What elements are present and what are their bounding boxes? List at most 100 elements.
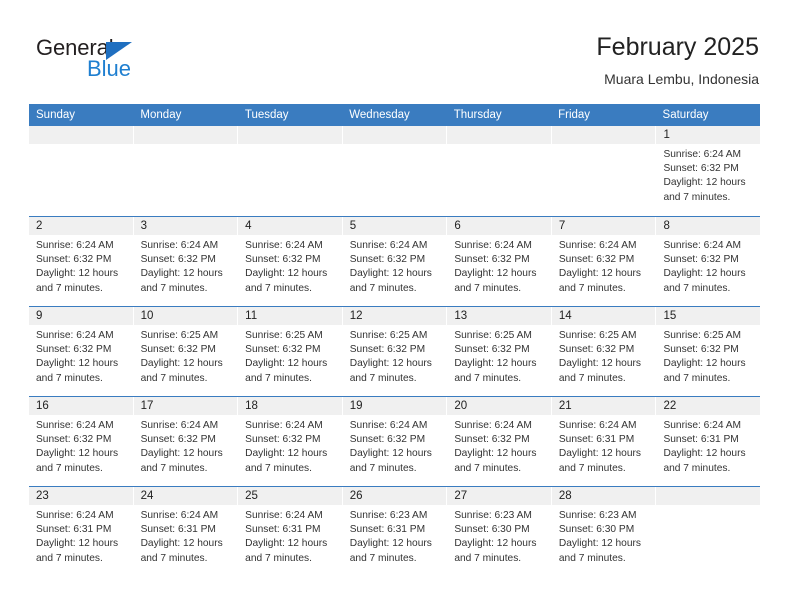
day-number: 6 [447,217,551,235]
day-details: Sunrise: 6:24 AM Sunset: 6:32 PM Daylight:… [343,415,447,476]
day-number: 8 [656,217,761,235]
calendar-week-row: 2 Sunrise: 6:24 AM Sunset: 6:32 PM Daylight… [29,216,761,306]
sunrise-text: Sunrise: 6:24 AM [558,240,637,251]
daylight-text-line1: Daylight: 12 hours [349,448,432,460]
calendar-day-cell[interactable]: 21 Sunrise: 6:24 AM Sunset: 6:31 PM Dayligh… [551,397,657,486]
daylight-text-line2: and 7 minutes. [245,552,312,564]
day-details: Sunrise: 6:24 AM Sunset: 6:32 PM Daylight:… [29,325,133,386]
sunrise-text: Sunrise: 6:25 AM [454,330,532,341]
sunrise-text: Sunrise: 6:25 AM [140,330,219,341]
calendar-day-cell[interactable]: 5 Sunrise: 6:24 AM Sunset: 6:32 PM Daylight… [342,217,448,306]
sunrise-text: Sunrise: 6:25 AM [245,330,323,341]
sunrise-text: Sunrise: 6:23 AM [454,510,532,521]
sunrise-text: Sunrise: 6:24 AM [245,240,323,251]
daylight-text-line2: and 7 minutes. [140,552,208,564]
daylight-text-line2: and 7 minutes. [140,372,208,384]
calendar-day-cell[interactable]: 10 Sunrise: 6:25 AM Sunset: 6:32 PM Dayligh… [133,307,239,396]
calendar-day-cell[interactable]: 25 Sunrise: 6:24 AM Sunset: 6:31 PM Dayligh… [238,487,343,576]
calendar-day-cell[interactable]: 7 Sunrise: 6:24 AM Sunset: 6:32 PM Daylight… [551,217,657,306]
calendar-day-cell[interactable]: 8 Sunrise: 6:24 AM Sunset: 6:32 PM Daylight… [656,217,761,306]
calendar-day-cell[interactable]: 20 Sunrise: 6:24 AM Sunset: 6:32 PM Dayligh… [447,397,552,486]
sunset-text: Sunset: 6:32 PM [140,434,216,446]
calendar-day-cell[interactable]: 13 Sunrise: 6:25 AM Sunset: 6:32 PM Dayligh… [447,307,552,396]
daylight-text-line1: Daylight: 12 hours [454,268,537,280]
calendar-grid: Sunday Monday Tuesday Wednesday Thursday… [29,104,761,576]
page-title: February 2025 [596,33,759,61]
day-number: 7 [551,217,656,235]
calendar-day-cell[interactable]: 3 Sunrise: 6:24 AM Sunset: 6:32 PM Daylight… [133,217,239,306]
daylight-text-line2: and 7 minutes. [558,552,626,564]
calendar-cell-empty [133,126,239,216]
day-details: Sunrise: 6:25 AM Sunset: 6:32 PM Daylight:… [238,325,342,386]
sunrise-text: Sunrise: 6:24 AM [349,420,428,431]
calendar-day-cell[interactable]: 23 Sunrise: 6:24 AM Sunset: 6:31 PM Dayligh… [29,487,134,576]
daylight-text-line2: and 7 minutes. [245,462,312,474]
day-number [342,126,447,144]
sunset-text: Sunset: 6:31 PM [558,434,635,446]
calendar-day-cell[interactable]: 27 Sunrise: 6:23 AM Sunset: 6:30 PM Dayligh… [447,487,552,576]
daylight-text-line1: Daylight: 12 hours [454,448,537,460]
calendar-day-cell[interactable]: 28 Sunrise: 6:23 AM Sunset: 6:30 PM Dayligh… [551,487,657,576]
daylight-text-line2: and 7 minutes. [140,282,208,294]
sunset-text: Sunset: 6:32 PM [558,344,635,356]
calendar-day-cell[interactable]: 12 Sunrise: 6:25 AM Sunset: 6:32 PM Dayligh… [342,307,448,396]
daylight-text-line1: Daylight: 12 hours [558,358,642,370]
calendar-day-cell[interactable]: 14 Sunrise: 6:25 AM Sunset: 6:32 PM Dayligh… [551,307,657,396]
daylight-text-line1: Daylight: 12 hours [349,268,432,280]
day-number: 20 [447,397,551,415]
day-details: Sunrise: 6:25 AM Sunset: 6:32 PM Daylight:… [343,325,447,386]
day-number: 1 [656,126,761,144]
calendar-day-cell[interactable]: 1 Sunrise: 6:24 AM Sunset: 6:32 PM Daylight… [656,126,761,216]
general-blue-logo[interactable]: General Blue [36,36,236,84]
daylight-text-line1: Daylight: 12 hours [558,538,642,550]
daylight-text-line1: Daylight: 12 hours [36,538,119,550]
calendar-day-cell[interactable]: 6 Sunrise: 6:24 AM Sunset: 6:32 PM Daylight… [447,217,552,306]
calendar-day-cell[interactable]: 18 Sunrise: 6:24 AM Sunset: 6:32 PM Dayligh… [238,397,343,486]
calendar-day-cell[interactable]: 9 Sunrise: 6:24 AM Sunset: 6:32 PM Daylight… [29,307,134,396]
day-number [133,126,238,144]
day-number: 9 [29,307,133,325]
calendar-week-row: 16 Sunrise: 6:24 AM Sunset: 6:32 PM Dayligh… [29,396,761,486]
weekday-sunday: Sunday [36,109,76,121]
daylight-text-line1: Daylight: 12 hours [558,268,642,280]
calendar-day-cell[interactable]: 22 Sunrise: 6:24 AM Sunset: 6:31 PM Dayligh… [656,397,761,486]
calendar-day-cell[interactable]: 19 Sunrise: 6:24 AM Sunset: 6:32 PM Dayligh… [342,397,448,486]
sunset-text: Sunset: 6:32 PM [245,434,321,446]
calendar-week-row: 23 Sunrise: 6:24 AM Sunset: 6:31 PM Dayligh… [29,486,761,576]
daylight-text-line2: and 7 minutes. [663,372,731,384]
calendar-day-cell[interactable]: 2 Sunrise: 6:24 AM Sunset: 6:32 PM Daylight… [29,217,134,306]
day-details: Sunrise: 6:24 AM Sunset: 6:32 PM Daylight:… [447,415,551,476]
day-details: Sunrise: 6:23 AM Sunset: 6:31 PM Daylight:… [343,505,447,566]
daylight-text-line2: and 7 minutes. [349,462,417,474]
calendar-day-cell[interactable]: 11 Sunrise: 6:25 AM Sunset: 6:32 PM Dayligh… [238,307,343,396]
day-details: Sunrise: 6:24 AM Sunset: 6:31 PM Daylight:… [552,415,656,476]
weekday-monday: Monday [140,109,182,121]
day-number: 2 [29,217,133,235]
day-details: Sunrise: 6:25 AM Sunset: 6:32 PM Daylight:… [552,325,656,386]
calendar-day-cell[interactable]: 16 Sunrise: 6:24 AM Sunset: 6:32 PM Dayligh… [29,397,134,486]
calendar-day-cell[interactable]: 15 Sunrise: 6:25 AM Sunset: 6:32 PM Dayligh… [656,307,761,396]
sunset-text: Sunset: 6:32 PM [663,344,739,356]
day-number [447,126,551,144]
daylight-text-line2: and 7 minutes. [663,191,731,203]
daylight-text-line2: and 7 minutes. [245,282,312,294]
calendar-day-cell[interactable]: 24 Sunrise: 6:24 AM Sunset: 6:31 PM Dayligh… [133,487,239,576]
day-details: Sunrise: 6:24 AM Sunset: 6:31 PM Daylight:… [238,505,342,566]
day-details: Sunrise: 6:24 AM Sunset: 6:32 PM Daylight:… [29,235,133,296]
sunset-text: Sunset: 6:32 PM [245,254,321,266]
day-details: Sunrise: 6:24 AM Sunset: 6:32 PM Daylight:… [656,144,760,205]
day-number: 5 [342,217,447,235]
sunrise-text: Sunrise: 6:23 AM [558,510,637,521]
day-number: 22 [656,397,761,415]
page-subtitle: Muara Lembu, Indonesia [604,71,759,87]
sunrise-text: Sunrise: 6:24 AM [36,240,114,251]
day-details: Sunrise: 6:24 AM Sunset: 6:32 PM Daylight:… [447,235,551,296]
day-number [656,487,761,505]
calendar-day-cell[interactable]: 4 Sunrise: 6:24 AM Sunset: 6:32 PM Daylight… [238,217,343,306]
calendar-weeks: 1 Sunrise: 6:24 AM Sunset: 6:32 PM Daylight… [29,126,761,576]
sunset-text: Sunset: 6:30 PM [558,524,635,536]
sunrise-text: Sunrise: 6:24 AM [663,240,742,251]
daylight-text-line2: and 7 minutes. [36,282,103,294]
calendar-day-cell[interactable]: 26 Sunrise: 6:23 AM Sunset: 6:31 PM Dayligh… [342,487,448,576]
calendar-day-cell[interactable]: 17 Sunrise: 6:24 AM Sunset: 6:32 PM Dayligh… [133,397,239,486]
